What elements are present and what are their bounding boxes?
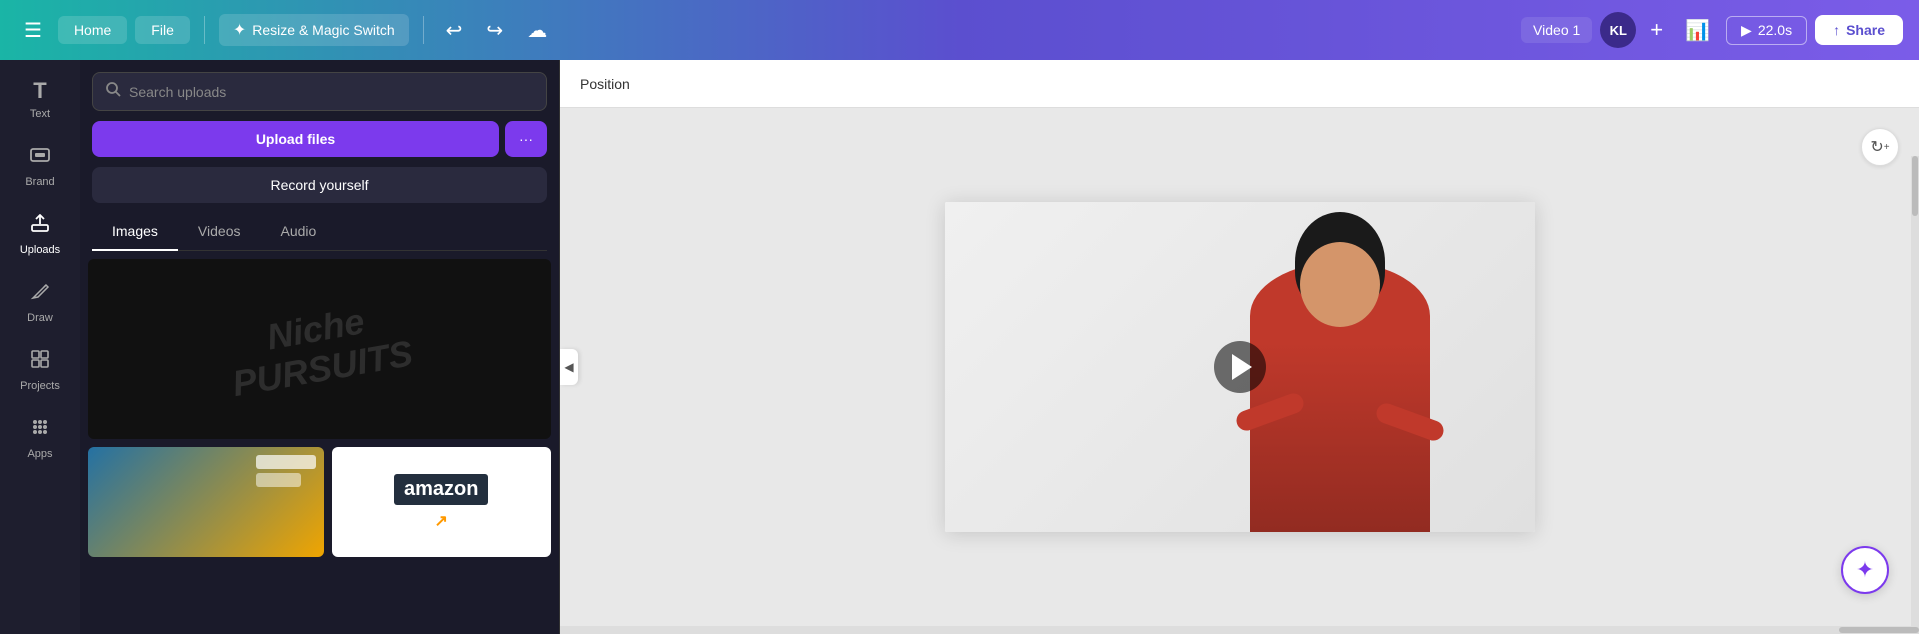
user-avatar[interactable]: KL	[1600, 12, 1636, 48]
nav-separator-2	[423, 16, 424, 44]
upload-content[interactable]: Niche PURSUITS amazon ↗	[80, 251, 559, 634]
position-label: Position	[580, 76, 630, 92]
tab-audio[interactable]: Audio	[260, 213, 336, 251]
record-yourself-button[interactable]: Record yourself	[92, 167, 547, 203]
collapse-icon: ◀	[564, 360, 573, 374]
upload-panel: Upload files ··· Record yourself Images …	[80, 60, 560, 634]
share-button[interactable]: ↑ Share	[1815, 15, 1903, 45]
file-button[interactable]: File	[135, 16, 190, 44]
canvas-scrollbar-thumb-vertical	[1912, 156, 1918, 216]
menu-icon: ☰	[24, 20, 42, 42]
sidebar-item-uploads[interactable]: Uploads	[5, 202, 75, 266]
sidebar-item-label-apps: Apps	[27, 448, 52, 460]
sidebar-item-label-projects: Projects	[20, 380, 60, 392]
share-label: Share	[1846, 22, 1885, 38]
add-button[interactable]: +	[1644, 15, 1669, 45]
top-navigation: ☰ Home File ✦ Resize & Magic Switch ↩ ↪ …	[0, 0, 1919, 60]
watermark-image: Niche PURSUITS	[88, 259, 551, 439]
magic-assistant-icon: ✦	[1856, 557, 1874, 583]
sidebar-item-brand[interactable]: Brand	[5, 134, 75, 198]
canvas-scrollbar-vertical[interactable]	[1911, 156, 1919, 626]
nav-separator-1	[204, 16, 205, 44]
draw-icon	[29, 280, 51, 308]
sidebar-item-draw[interactable]: Draw	[5, 270, 75, 334]
canvas-area: Position ◀	[560, 60, 1919, 634]
upload-files-button[interactable]: Upload files	[92, 121, 499, 157]
collapse-panel-button[interactable]: ◀	[560, 349, 578, 385]
magic-assistant-button[interactable]: ✦	[1841, 546, 1889, 594]
thumbnail-row: amazon ↗	[88, 447, 551, 557]
sidebar-item-projects[interactable]: Projects	[5, 338, 75, 402]
search-input[interactable]	[129, 84, 534, 100]
canvas-scrollbar-thumb-horizontal	[1839, 627, 1919, 633]
menu-button[interactable]: ☰	[16, 14, 50, 47]
canvas-frame	[945, 202, 1535, 532]
magic-switch-icon: ✦	[233, 20, 246, 40]
preview-play-button[interactable]: ▶ 22.0s	[1726, 16, 1807, 45]
text-icon: T	[33, 78, 46, 104]
projects-icon	[29, 348, 51, 376]
rotate-add-button[interactable]: ↻+	[1861, 128, 1899, 166]
amazon-brand: amazon	[394, 474, 488, 505]
video-play-overlay[interactable]	[1214, 341, 1266, 393]
magic-switch-label: Resize & Magic Switch	[252, 22, 394, 38]
video-title: Video 1	[1521, 17, 1592, 43]
sidebar-item-text[interactable]: T Text	[5, 68, 75, 130]
watermark-text: Niche PURSUITS	[223, 294, 416, 404]
redo-button[interactable]: ↪	[478, 14, 511, 47]
play-triangle-icon	[1232, 354, 1252, 380]
sidebar-item-label-uploads: Uploads	[20, 244, 60, 256]
sidebar-item-label-brand: Brand	[25, 176, 54, 188]
rotate-plus-icon: +	[1884, 142, 1890, 153]
sidebar-item-label-text: Text	[30, 108, 50, 120]
tab-videos[interactable]: Videos	[178, 213, 261, 251]
search-icon	[105, 81, 121, 102]
canvas-content: ◀	[560, 108, 1919, 626]
cloud-save-button[interactable]: ☁	[519, 14, 555, 47]
upload-panel-inner: Upload files ··· Record yourself Images …	[80, 60, 559, 251]
sidebar-item-apps[interactable]: Apps	[5, 406, 75, 470]
undo-button[interactable]: ↩	[438, 14, 471, 47]
upload-tabs: Images Videos Audio	[92, 213, 547, 251]
search-bar	[92, 72, 547, 111]
brand-icon	[29, 144, 51, 172]
uploads-icon	[29, 212, 51, 240]
video-canvas	[945, 202, 1535, 532]
upload-actions: Upload files ···	[92, 121, 547, 157]
magic-switch-button[interactable]: ✦ Resize & Magic Switch	[219, 14, 409, 46]
play-duration: 22.0s	[1758, 22, 1792, 38]
stats-button[interactable]: 📊	[1677, 14, 1718, 47]
rotate-icon: ↻	[1870, 137, 1883, 157]
thumb-card-1[interactable]	[88, 447, 324, 557]
upload-more-button[interactable]: ···	[505, 121, 547, 157]
sidebar-item-label-draw: Draw	[27, 312, 53, 324]
canvas-scrollbar-horizontal[interactable]	[560, 626, 1919, 634]
play-icon: ▶	[1741, 22, 1752, 39]
share-icon: ↑	[1833, 22, 1840, 38]
thumb-card-amazon[interactable]: amazon ↗	[332, 447, 552, 557]
main-layout: T Text Brand Uploads	[0, 60, 1919, 634]
position-bar: Position	[560, 60, 1919, 108]
amazon-arrow-icon: ↗	[435, 511, 448, 531]
home-button[interactable]: Home	[58, 16, 127, 44]
tab-images[interactable]: Images	[92, 213, 178, 251]
sidebar: T Text Brand Uploads	[0, 60, 80, 634]
apps-icon	[29, 416, 51, 444]
